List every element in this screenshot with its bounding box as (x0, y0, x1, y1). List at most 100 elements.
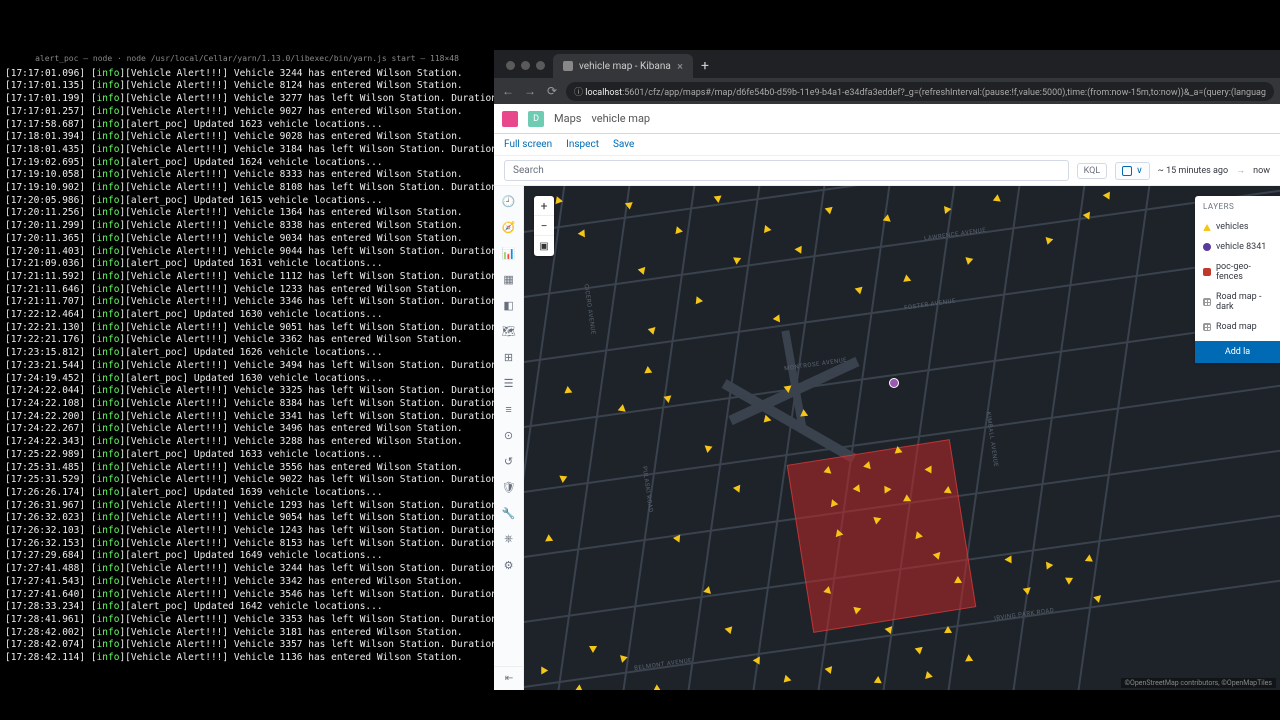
vehicle-marker[interactable] (543, 534, 553, 545)
breadcrumb-maps[interactable]: Maps (554, 112, 581, 125)
vehicle-marker[interactable] (784, 675, 793, 684)
vehicle-marker[interactable] (714, 196, 723, 204)
forward-button[interactable]: → (522, 84, 538, 98)
minimize-icon[interactable] (521, 61, 530, 70)
vehicle-marker[interactable] (854, 285, 863, 295)
search-input[interactable]: Search (504, 160, 1069, 181)
vehicle-marker[interactable] (648, 324, 659, 335)
vehicle-marker[interactable] (653, 684, 663, 690)
tab-close-icon[interactable]: × (677, 60, 683, 73)
zoom-in-button[interactable]: + (534, 196, 554, 216)
vehicle-marker[interactable] (1063, 574, 1073, 584)
vehicle-marker[interactable] (764, 415, 773, 424)
vehicle-marker[interactable] (963, 654, 973, 665)
vehicle-marker[interactable] (963, 254, 974, 265)
visualize-icon[interactable]: 📊 (502, 246, 516, 260)
logs-icon[interactable]: ≡ (502, 402, 516, 416)
vehicle-marker[interactable] (1103, 189, 1114, 199)
vehicle-marker[interactable] (944, 486, 953, 494)
vehicle-marker[interactable] (913, 645, 922, 655)
vehicle-marker[interactable] (589, 646, 597, 653)
vehicle-marker[interactable] (724, 625, 733, 634)
vehicle-marker[interactable] (773, 314, 784, 324)
vehicle-marker[interactable] (784, 385, 793, 393)
vehicle-marker[interactable] (578, 229, 589, 239)
vehicle-marker[interactable] (884, 625, 892, 634)
apm-icon[interactable]: ⊙ (502, 428, 516, 442)
layer-item[interactable]: Road map (1195, 317, 1280, 337)
dashboard-icon[interactable]: ▦ (502, 272, 516, 286)
vehicle-marker[interactable] (638, 264, 649, 275)
vehicle-marker[interactable] (923, 670, 933, 679)
vehicle-marker[interactable] (893, 445, 902, 453)
vehicle-marker[interactable] (559, 476, 568, 484)
vehicle-marker[interactable] (693, 295, 703, 305)
vehicle-marker[interactable] (823, 585, 832, 594)
add-layer-button[interactable]: Add la (1195, 341, 1280, 363)
terminal-window[interactable]: alert_poc — node · node /usr/local/Cella… (0, 50, 494, 690)
monitoring-icon[interactable]: ⎈ (502, 532, 516, 546)
vehicle-marker[interactable] (944, 205, 952, 214)
vehicle-marker[interactable] (954, 576, 962, 583)
layer-item[interactable]: vehicle 8341 (1195, 237, 1280, 257)
vehicle-marker[interactable] (993, 194, 1003, 205)
recent-icon[interactable]: 🕘 (502, 194, 516, 208)
vehicle-marker[interactable] (753, 654, 764, 664)
vehicle-marker[interactable] (733, 254, 743, 264)
reload-button[interactable]: ⟳ (544, 84, 560, 98)
layer-item[interactable]: vehicles (1195, 217, 1280, 237)
vehicle-marker[interactable] (673, 225, 683, 234)
kibana-logo-icon[interactable] (502, 111, 518, 127)
vehicle-marker[interactable] (564, 386, 573, 394)
address-bar[interactable]: ⓘ localhost:5601/cfz/app/maps#/map/d6fe5… (566, 82, 1274, 101)
vehicle-marker[interactable] (1093, 595, 1103, 604)
inspect-button[interactable]: Inspect (566, 139, 599, 150)
vehicle-marker[interactable] (1043, 559, 1054, 569)
collapse-sidebar-icon[interactable]: ⇤ (494, 666, 524, 690)
vehicle-marker[interactable] (1004, 555, 1011, 563)
layer-item[interactable]: Road map - dark (1195, 287, 1280, 317)
breadcrumb-current[interactable]: vehicle map (591, 112, 650, 125)
vehicle-marker[interactable] (924, 465, 931, 473)
uptime-icon[interactable]: ↺ (502, 454, 516, 468)
devtools-icon[interactable]: 🔧 (502, 506, 516, 520)
vehicle-marker[interactable] (703, 585, 713, 594)
vehicle-marker[interactable] (764, 225, 772, 234)
maps-icon[interactable]: 🗺 (502, 324, 516, 338)
vehicle-marker[interactable] (1083, 554, 1093, 564)
vehicle-marker[interactable] (824, 465, 833, 473)
app-switcher-icon[interactable]: D (528, 111, 544, 127)
vehicle-marker[interactable] (944, 626, 952, 633)
vehicle-marker[interactable] (823, 205, 832, 215)
kql-toggle[interactable]: KQL (1077, 163, 1108, 179)
infra-icon[interactable]: ☰ (502, 376, 516, 390)
compass-button[interactable]: ▣ (534, 236, 554, 256)
vehicle-marker[interactable] (884, 485, 891, 493)
vehicle-marker[interactable] (673, 535, 683, 545)
vehicle-marker[interactable] (573, 684, 583, 690)
maximize-icon[interactable] (536, 61, 545, 70)
tracked-vehicle-marker[interactable] (889, 378, 899, 388)
map-canvas[interactable]: LAWRENCE AVENUEFOSTER AVENUEMONTROSE AVE… (524, 186, 1280, 690)
vehicle-marker[interactable] (874, 676, 882, 683)
browser-tab[interactable]: vehicle map - Kibana × (553, 54, 693, 78)
vehicle-marker[interactable] (644, 366, 653, 374)
vehicle-marker[interactable] (538, 664, 548, 674)
vehicle-marker[interactable] (903, 274, 912, 284)
vehicle-marker[interactable] (733, 485, 743, 495)
new-tab-button[interactable]: + (693, 58, 717, 78)
save-button[interactable]: Save (613, 139, 634, 150)
discover-icon[interactable]: 🧭 (502, 220, 516, 234)
vehicle-marker[interactable] (704, 445, 713, 453)
layer-item[interactable]: poc-geo-fences (1195, 257, 1280, 287)
vehicle-marker[interactable] (1023, 584, 1034, 595)
management-icon[interactable]: ⚙ (502, 558, 516, 572)
back-button[interactable]: ← (500, 84, 516, 98)
canvas-icon[interactable]: ◧ (502, 298, 516, 312)
vehicle-marker[interactable] (824, 665, 832, 674)
fullscreen-button[interactable]: Full screen (504, 139, 552, 150)
vehicle-marker[interactable] (794, 245, 802, 253)
zoom-out-button[interactable]: − (534, 216, 554, 236)
time-picker[interactable]: ∨ (1115, 162, 1150, 180)
siem-icon[interactable]: 🛡 (502, 480, 516, 494)
